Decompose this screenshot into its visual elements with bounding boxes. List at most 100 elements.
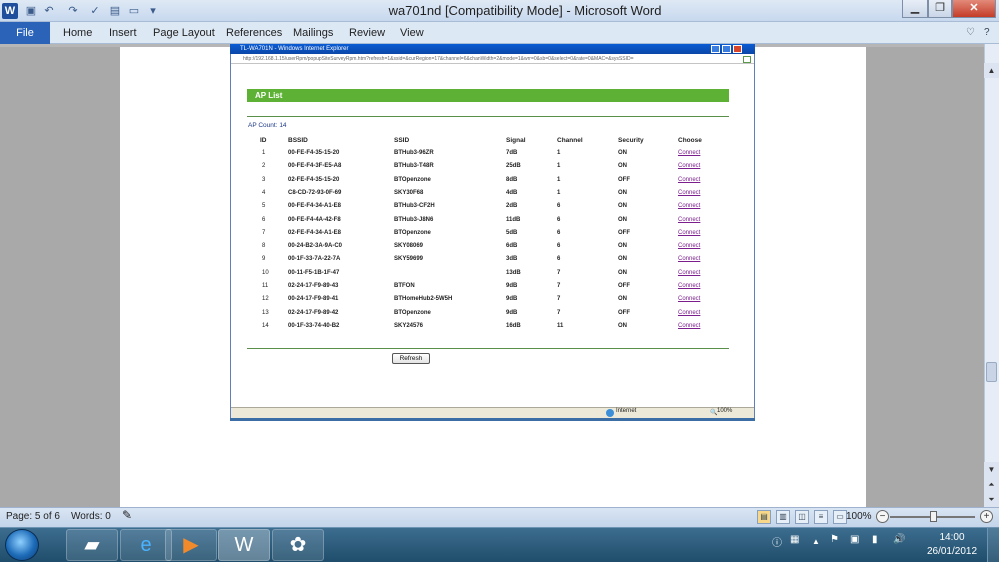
zoom-slider-thumb[interactable] — [930, 511, 937, 522]
connect-link[interactable]: Connect — [678, 150, 700, 156]
word-app-icon[interactable]: W — [2, 3, 18, 19]
table-cell-signal: 13dB — [506, 269, 521, 276]
word-count[interactable]: Words: 0 — [71, 511, 111, 522]
tab-page-layout[interactable]: Page Layout — [153, 22, 215, 44]
connect-link[interactable]: Connect — [678, 323, 700, 329]
connect-link[interactable]: Connect — [678, 256, 700, 262]
show-desktop-button[interactable] — [987, 528, 999, 562]
table-cell-channel: 7 — [557, 296, 561, 303]
connect-link[interactable]: Connect — [678, 230, 700, 236]
close-button[interactable]: ✕ — [952, 0, 996, 18]
tab-insert[interactable]: Insert — [109, 22, 137, 44]
table-cell-channel: 6 — [557, 256, 561, 263]
tab-mailings[interactable]: Mailings — [293, 22, 333, 44]
table-cell-ssid: BTHub3-96ZR — [394, 150, 434, 156]
connect-link[interactable]: Connect — [678, 177, 700, 183]
header-id: ID — [260, 137, 267, 144]
undo-icon[interactable]: ↶ — [42, 4, 56, 18]
table-cell-channel: 1 — [557, 150, 561, 156]
zoom-in-icon[interactable]: + — [980, 510, 993, 523]
table-cell-id: 4 — [262, 189, 266, 196]
ribbon-tabs — [0, 22, 999, 44]
tab-home[interactable]: Home — [63, 22, 92, 44]
connect-link[interactable]: Connect — [678, 270, 700, 276]
vertical-scrollbar[interactable] — [984, 44, 999, 507]
zoom-level[interactable]: 100% — [846, 511, 872, 522]
table-cell-ssid: SKY08069 — [394, 243, 424, 250]
clock-date: 26/01/2012 — [926, 546, 978, 557]
draft-icon[interactable]: ▭ — [833, 510, 847, 524]
next-page-icon[interactable]: ⏷ — [984, 492, 999, 507]
table-cell-signal: 4dB — [506, 189, 518, 196]
restore-button[interactable]: ❐ — [928, 0, 952, 18]
show-hidden-icon[interactable]: ▲ — [812, 537, 820, 546]
table-cell-bssid: 00-FE-F4-34-A1-E8 — [288, 203, 342, 210]
scroll-thumb[interactable] — [986, 362, 997, 382]
proofing-icon[interactable]: ✎ — [122, 508, 132, 522]
customize-icon[interactable]: ▾ — [146, 4, 160, 18]
paint-icon[interactable]: ✿ — [272, 529, 324, 561]
new-doc-icon[interactable]: ▭ — [127, 4, 141, 18]
save-icon[interactable]: ▣ — [24, 4, 38, 18]
header-signal: Signal — [506, 137, 526, 144]
start-button[interactable] — [5, 529, 39, 561]
tab-review[interactable]: Review — [349, 22, 385, 44]
table-cell-channel: 1 — [557, 189, 561, 196]
minimize-button[interactable]: ▁ — [902, 0, 928, 18]
tab-references[interactable]: References — [226, 22, 282, 44]
web-layout-icon[interactable]: ◫ — [795, 510, 809, 524]
connect-link[interactable]: Connect — [678, 296, 700, 302]
table-cell-bssid: 02-24-17-F9-89-43 — [288, 283, 339, 289]
scroll-up-icon[interactable]: ▲ — [984, 63, 999, 78]
header-ssid: SSID — [394, 137, 410, 144]
tab-view[interactable]: View — [400, 22, 424, 44]
outline-icon[interactable]: ≡ — [814, 510, 828, 524]
print-preview-icon[interactable]: ▤ — [108, 4, 122, 18]
network-tray-icon[interactable]: ▦ — [790, 534, 799, 545]
signal-icon[interactable]: ▮ — [872, 534, 878, 545]
connect-link[interactable]: Connect — [678, 243, 700, 249]
connect-link[interactable]: Connect — [678, 283, 700, 289]
table-cell-security: ON — [618, 269, 627, 276]
globe-icon — [606, 409, 614, 417]
connect-link[interactable]: Connect — [678, 163, 700, 169]
prev-page-icon[interactable]: ⏶ — [984, 477, 999, 492]
connect-link[interactable]: Connect — [678, 217, 700, 223]
table-cell-ssid: BTOpenzone — [394, 229, 431, 236]
connect-link[interactable]: Connect — [678, 190, 700, 196]
table-cell-id: 6 — [262, 216, 266, 223]
flag-icon[interactable]: ⚑ — [830, 534, 839, 545]
refresh-button[interactable]: Refresh — [392, 353, 430, 364]
full-screen-icon[interactable]: ▥ — [776, 510, 790, 524]
print-layout-icon[interactable]: ▤ — [757, 510, 771, 524]
page-indicator[interactable]: Page: 5 of 6 — [6, 511, 60, 522]
spell-check-icon[interactable]: ✓ — [88, 4, 102, 18]
table-cell-channel: 7 — [557, 269, 561, 276]
ap-count: AP Count: 14 — [248, 122, 287, 129]
word-taskbar-icon[interactable]: W — [218, 529, 270, 561]
table-cell-bssid: 00-FE-F4-3F-E5-A8 — [288, 163, 342, 170]
action-center-icon[interactable]: ▣ — [850, 534, 859, 545]
connect-link[interactable]: Connect — [678, 310, 700, 316]
table-cell-channel: 7 — [557, 309, 561, 316]
table-cell-channel: 6 — [557, 229, 561, 236]
help-icon[interactable]: ? — [984, 27, 990, 38]
connect-link[interactable]: Connect — [678, 203, 700, 209]
system-clock[interactable]: 14:00 26/01/2012 — [922, 531, 982, 559]
table-cell-security: OFF — [618, 176, 630, 183]
table-cell-ssid: SKY59699 — [394, 256, 424, 263]
tab-file[interactable]: File — [0, 22, 50, 44]
table-cell-ssid: BTFON — [394, 283, 415, 289]
zoom-out-icon[interactable]: − — [876, 510, 889, 523]
explorer-icon[interactable]: ▰ — [66, 529, 118, 561]
table-cell-signal: 25dB — [506, 163, 521, 170]
table-cell-security: ON — [618, 256, 627, 263]
volume-icon[interactable]: 🔊 — [893, 534, 905, 545]
media-player-icon[interactable]: ▶ — [165, 529, 217, 561]
table-cell-id: 10 — [262, 269, 269, 276]
redo-icon[interactable]: ↷ — [66, 4, 80, 18]
ribbon-collapse-icon[interactable]: ♡ — [966, 27, 975, 38]
table-cell-ssid: BTHub3-CF2H — [394, 203, 435, 210]
scroll-down-icon[interactable]: ▼ — [984, 462, 999, 477]
help-tray-icon[interactable]: ⓘ — [772, 534, 782, 549]
